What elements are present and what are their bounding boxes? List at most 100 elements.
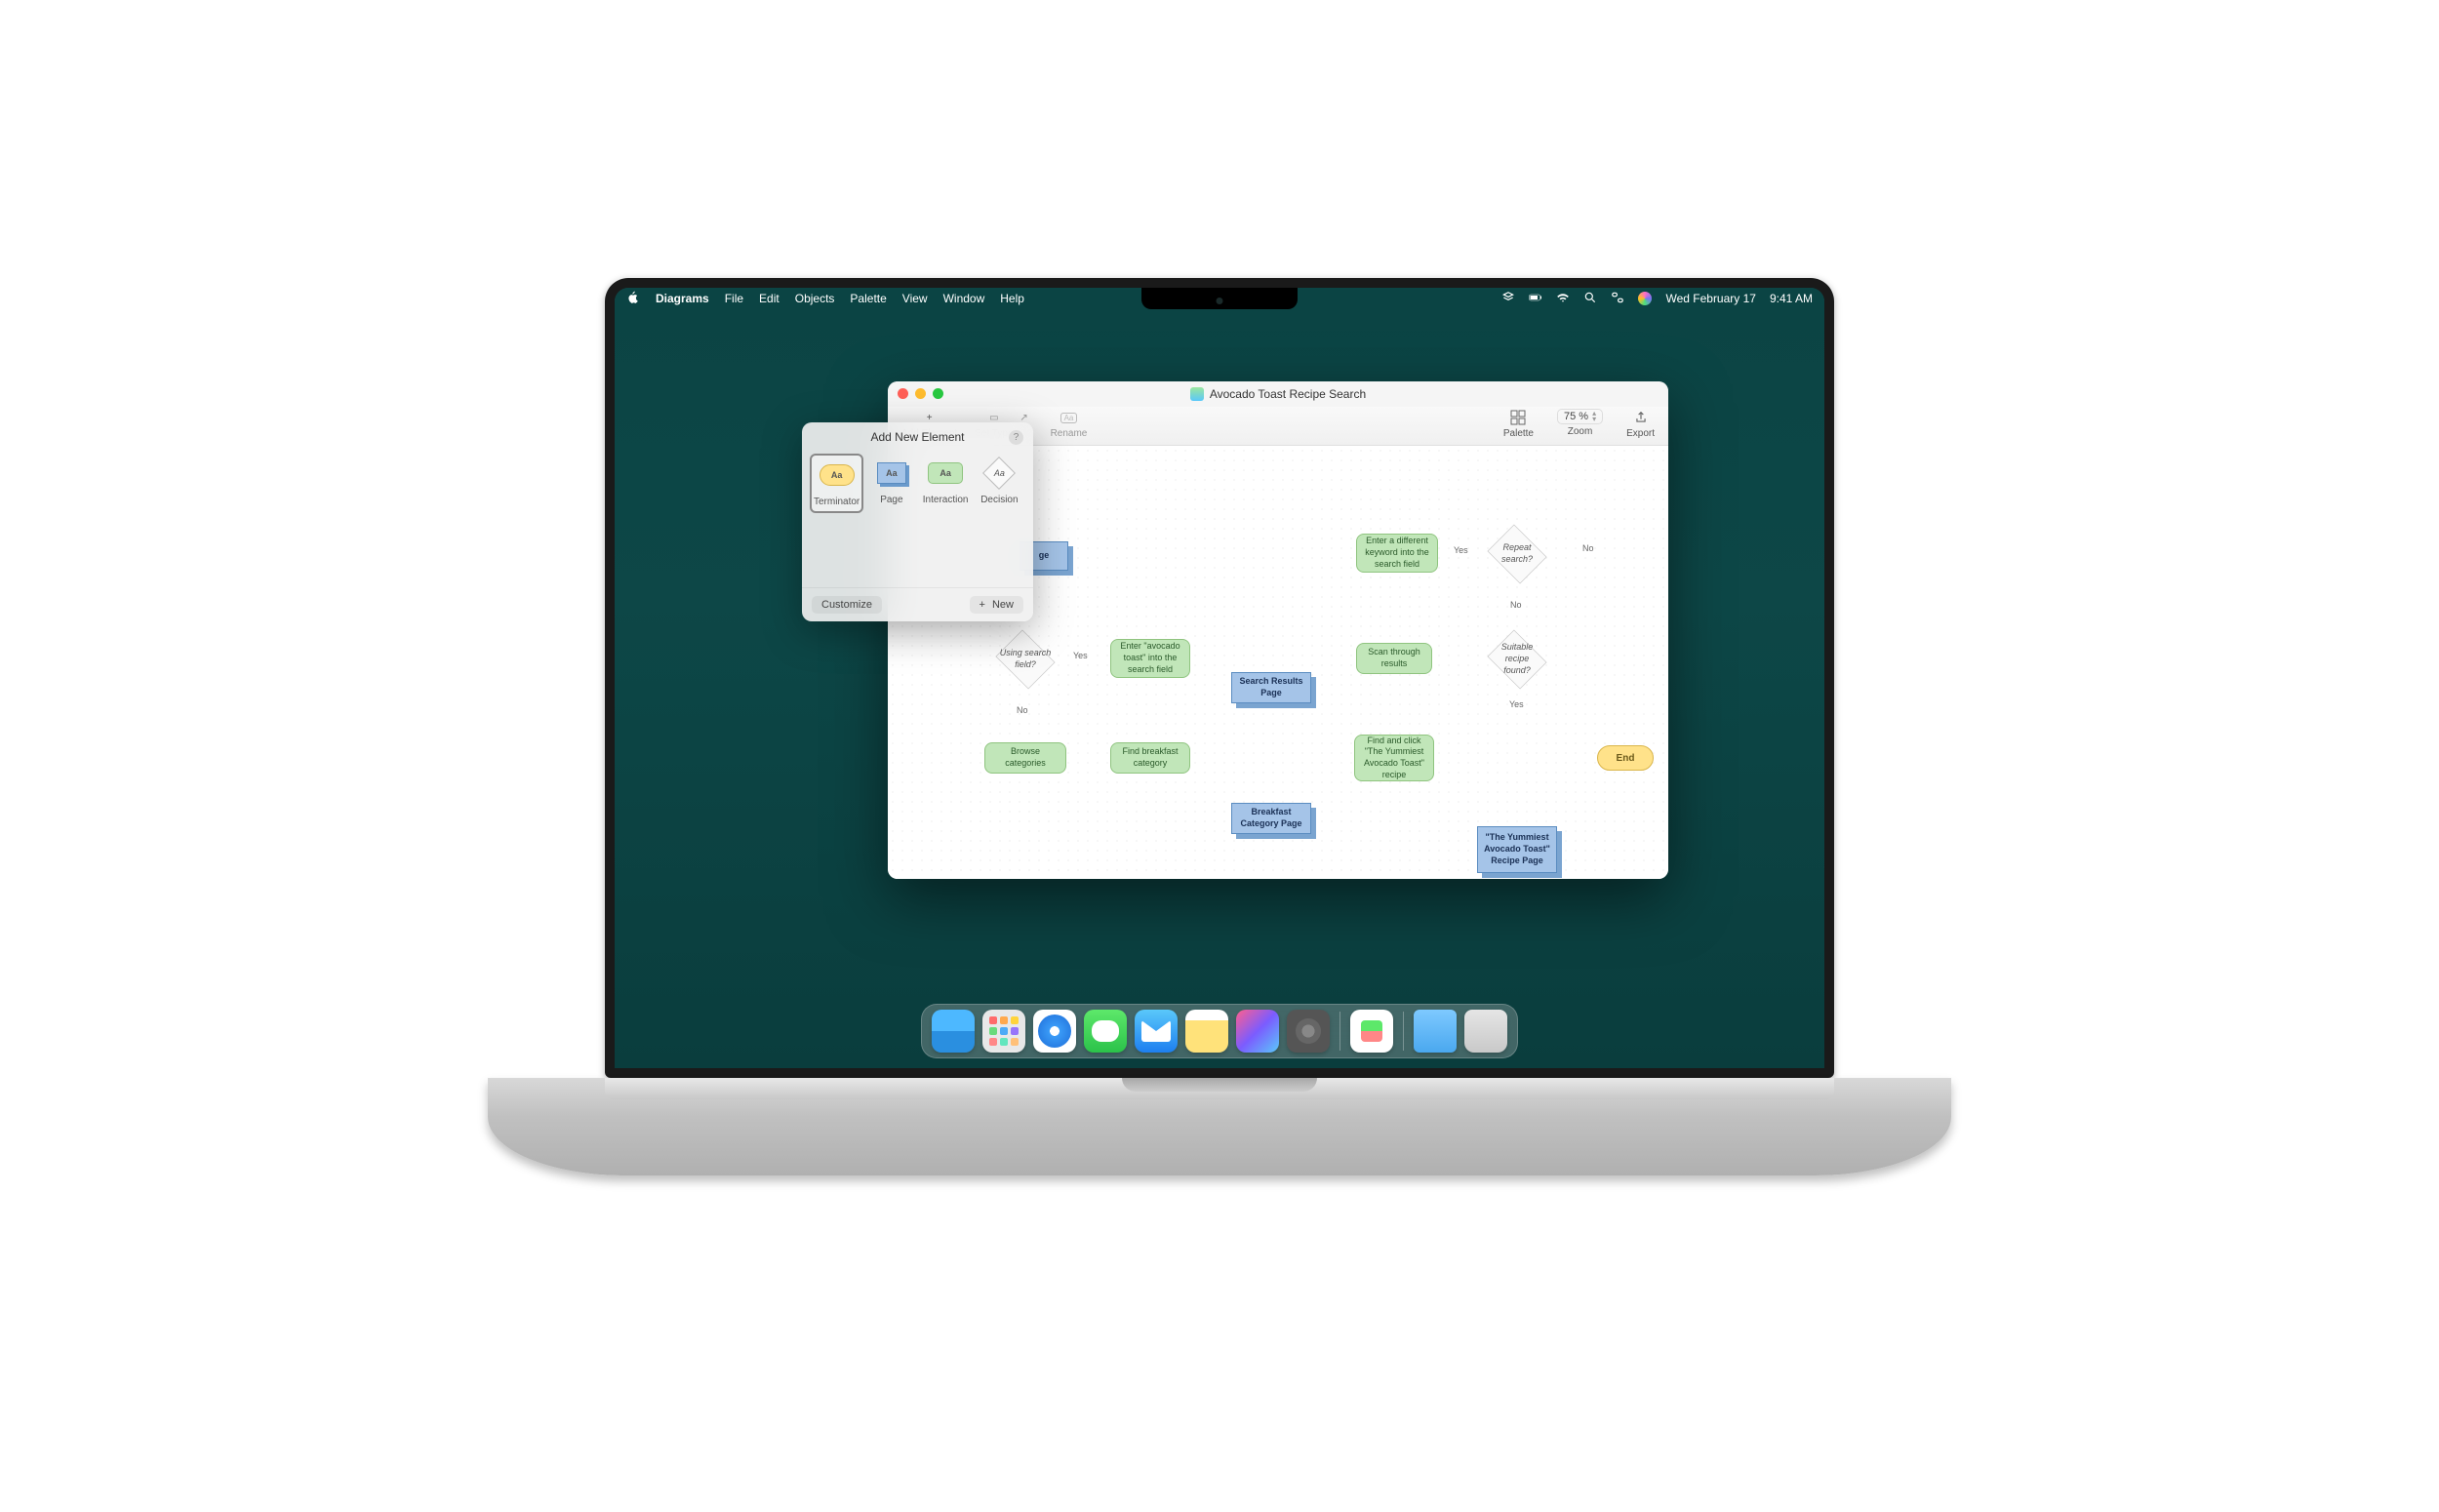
popover-header: Add New Element ?: [802, 422, 1033, 452]
rename-button[interactable]: Aa Rename: [1051, 409, 1088, 439]
element-page[interactable]: Aa Page: [867, 458, 915, 509]
rename-label: Rename: [1051, 428, 1088, 439]
element-label: Interaction: [923, 495, 969, 505]
popover-footer: Customize + New: [802, 587, 1033, 621]
node-decision-search-field[interactable]: Using search field?: [993, 633, 1058, 686]
menu-file[interactable]: File: [725, 292, 743, 305]
new-label: New: [992, 599, 1014, 611]
document-icon: [1190, 387, 1204, 401]
element-label: Decision: [980, 495, 1018, 505]
node-text: End: [1617, 752, 1635, 765]
customize-button[interactable]: Customize: [812, 596, 882, 614]
edge-label-no: No: [1017, 705, 1028, 715]
export-button[interactable]: Export: [1626, 409, 1655, 439]
add-element-popover: Add New Element ? Aa Terminator Aa Page …: [802, 422, 1033, 621]
dock-diagrams[interactable]: [1350, 1010, 1393, 1053]
node-text: Breakfast Category Page: [1238, 807, 1304, 829]
help-button[interactable]: ?: [1009, 430, 1023, 445]
node-browse-categories[interactable]: Browse categories: [984, 742, 1066, 774]
dock-separator: [1339, 1012, 1340, 1051]
node-text: Scan through results: [1363, 647, 1425, 669]
menu-palette[interactable]: Palette: [850, 292, 886, 305]
edge-label-no: No: [1510, 600, 1522, 610]
element-interaction[interactable]: Aa Interaction: [922, 458, 970, 509]
dock-settings[interactable]: [1287, 1010, 1330, 1053]
dock-messages[interactable]: [1084, 1010, 1127, 1053]
export-label: Export: [1626, 428, 1655, 439]
node-find-breakfast-category[interactable]: Find breakfast category: [1110, 742, 1190, 774]
menubar-time[interactable]: 9:41 AM: [1770, 292, 1813, 305]
edge-label-no: No: [1582, 543, 1594, 553]
dock-separator: [1403, 1012, 1404, 1051]
node-decision-repeat-search[interactable]: Repeat search?: [1485, 528, 1549, 580]
node-yummiest-recipe-page[interactable]: "The Yummiest Avocado Toast" Recipe Page: [1477, 826, 1557, 873]
node-text: "The Yummiest Avocado Toast" Recipe Page: [1484, 832, 1550, 866]
dock-launchpad[interactable]: [982, 1010, 1025, 1053]
status-icon[interactable]: [1501, 291, 1515, 307]
element-decision[interactable]: Aa Decision: [976, 458, 1023, 509]
window-titlebar[interactable]: Avocado Toast Recipe Search: [888, 381, 1668, 407]
spotlight-icon[interactable]: [1583, 291, 1597, 307]
zoom-stepper[interactable]: 75 % ▴▾: [1557, 409, 1603, 424]
new-button[interactable]: + New: [970, 596, 1024, 614]
node-breakfast-category-page[interactable]: Breakfast Category Page: [1231, 803, 1311, 834]
minimize-button[interactable]: [915, 388, 926, 399]
menu-objects[interactable]: Objects: [795, 292, 835, 305]
stepper-arrows-icon: ▴▾: [1592, 411, 1596, 421]
aa-glyph: Aa: [886, 468, 898, 478]
close-button[interactable]: [898, 388, 908, 399]
rename-icon: Aa: [1060, 409, 1077, 426]
menu-help[interactable]: Help: [1000, 292, 1024, 305]
element-picker: Aa Terminator Aa Page Aa Interaction Aa …: [802, 452, 1033, 519]
element-label: Page: [880, 495, 902, 505]
node-text: Enter a different keyword into the searc…: [1363, 536, 1431, 570]
menu-view[interactable]: View: [902, 292, 928, 305]
zoom-control[interactable]: 75 % ▴▾ Zoom: [1557, 409, 1603, 437]
traffic-lights: [898, 388, 943, 399]
node-scan-through-results[interactable]: Scan through results: [1356, 643, 1432, 674]
node-text: Repeat search?: [1491, 542, 1543, 565]
dock: [921, 1004, 1518, 1058]
apple-menu[interactable]: [626, 291, 640, 307]
siri-icon[interactable]: [1638, 292, 1652, 305]
dock-mail[interactable]: [1135, 1010, 1178, 1053]
dock-finder[interactable]: [932, 1010, 975, 1053]
node-text: Browse categories: [991, 746, 1060, 769]
battery-icon[interactable]: [1529, 291, 1542, 307]
palette-label: Palette: [1503, 428, 1534, 439]
node-enter-avocado-toast[interactable]: Enter "avocado toast" into the search fi…: [1110, 639, 1190, 678]
node-text: Enter "avocado toast" into the search fi…: [1117, 641, 1183, 675]
dock-shortcuts[interactable]: [1236, 1010, 1279, 1053]
aa-glyph: Aa: [831, 470, 843, 480]
zoom-label: Zoom: [1568, 426, 1593, 437]
dock-notes[interactable]: [1185, 1010, 1228, 1053]
aa-glyph: Aa: [940, 468, 951, 478]
popover-spacer: [802, 519, 1033, 587]
dock-trash[interactable]: [1464, 1010, 1507, 1053]
node-text: ge: [1039, 550, 1050, 562]
screen-bezel: Diagrams File Edit Objects Palette View …: [605, 278, 1834, 1078]
node-search-results-page[interactable]: Search Results Page: [1231, 672, 1311, 703]
palette-button[interactable]: Palette: [1503, 409, 1534, 439]
wifi-icon[interactable]: [1556, 291, 1570, 307]
display-notch: [1141, 288, 1298, 309]
node-text: Suitable recipe found?: [1491, 642, 1543, 676]
menu-window[interactable]: Window: [943, 292, 985, 305]
edge-label-yes: Yes: [1073, 651, 1088, 660]
zoom-button[interactable]: [933, 388, 943, 399]
app-menu[interactable]: Diagrams: [656, 292, 709, 305]
node-text: Using search field?: [999, 648, 1052, 670]
node-end[interactable]: End: [1597, 745, 1654, 771]
element-terminator[interactable]: Aa Terminator: [810, 454, 863, 513]
node-decision-suitable-recipe[interactable]: Suitable recipe found?: [1485, 633, 1549, 686]
zoom-value: 75 %: [1564, 411, 1588, 422]
node-enter-different-keyword[interactable]: Enter a different keyword into the searc…: [1356, 534, 1438, 573]
menu-edit[interactable]: Edit: [759, 292, 780, 305]
node-find-and-click-recipe[interactable]: Find and click "The Yummiest Avocado Toa…: [1354, 735, 1434, 781]
edge-label-yes: Yes: [1509, 699, 1524, 709]
menubar-date[interactable]: Wed February 17: [1665, 292, 1756, 305]
dock-safari[interactable]: [1033, 1010, 1076, 1053]
dock-downloads[interactable]: [1414, 1010, 1457, 1053]
edge-label-yes: Yes: [1454, 545, 1468, 555]
control-center-icon[interactable]: [1611, 291, 1624, 307]
